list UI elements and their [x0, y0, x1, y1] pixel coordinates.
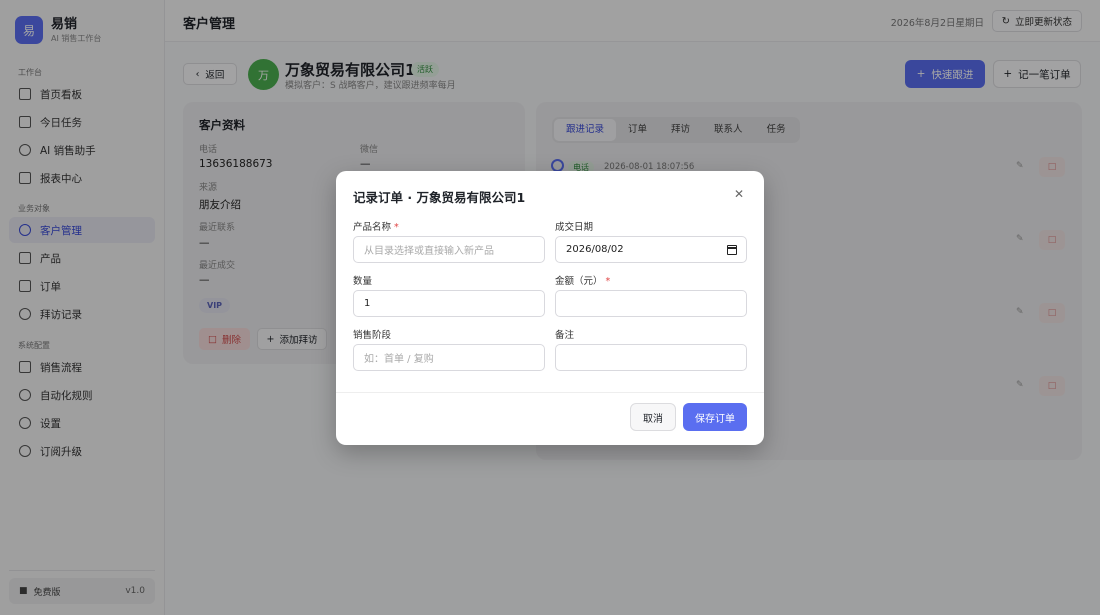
product-input[interactable]: 从目录选择或直接输入新产品	[353, 236, 545, 263]
save-order-button[interactable]: 保存订单	[683, 403, 747, 431]
calendar-icon[interactable]	[727, 245, 737, 255]
note-label: 备注	[555, 330, 575, 341]
quantity-input[interactable]: 1	[353, 290, 545, 317]
note-input[interactable]	[555, 344, 747, 371]
close-icon[interactable]: ✕	[734, 187, 744, 201]
date-input[interactable]: 2026/08/02	[555, 236, 747, 263]
cancel-button[interactable]: 取消	[630, 403, 676, 431]
amount-input[interactable]	[555, 290, 747, 317]
date-label: 成交日期	[555, 222, 594, 233]
stage-input[interactable]: 如：首单 / 复购	[353, 344, 545, 371]
modal-divider	[336, 392, 764, 393]
product-label: 产品名称 *	[353, 222, 399, 233]
quantity-label: 数量	[353, 276, 373, 287]
record-order-modal: 记录订单 · 万象贸易有限公司1 ✕ 产品名称 * 从目录选择或直接输入新产品 成…	[336, 171, 764, 445]
amount-label: 金额（元） *	[555, 276, 611, 287]
stage-label: 销售阶段	[353, 330, 392, 341]
modal-title: 记录订单 · 万象贸易有限公司1	[353, 190, 526, 205]
